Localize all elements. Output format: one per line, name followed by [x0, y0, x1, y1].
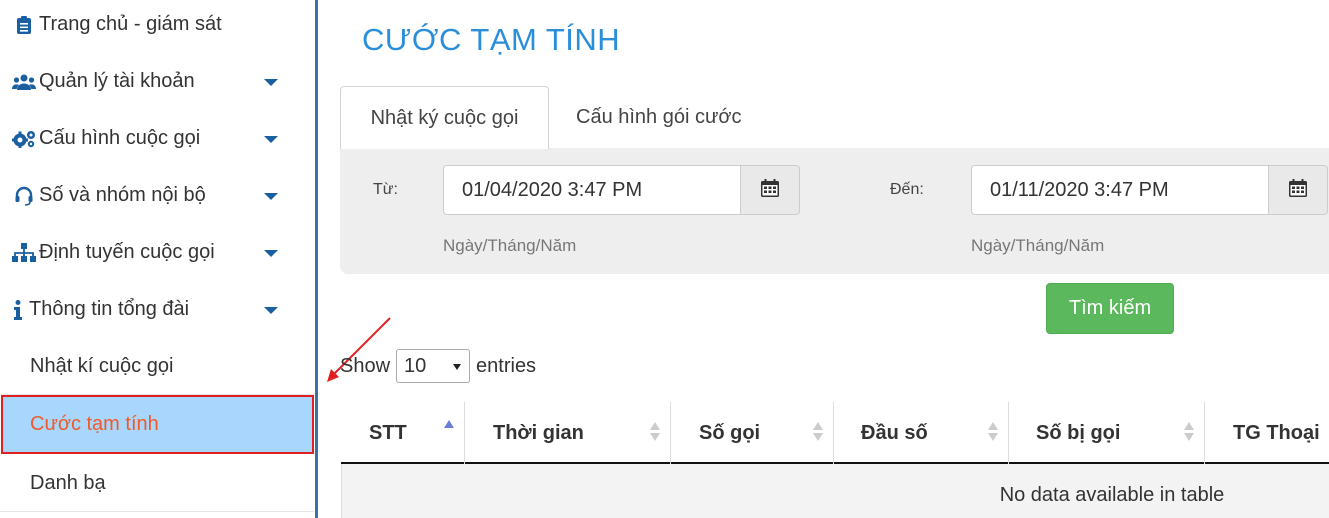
- sidebar-subitem-estimated-charges[interactable]: Cước tạm tính: [1, 395, 314, 454]
- column-header-label: Số bị gọi: [1036, 421, 1121, 444]
- to-label: Đến:: [890, 181, 924, 198]
- empty-table-message: No data available in table: [999, 484, 1225, 506]
- sidebar-item-system-info[interactable]: Thông tin tổng đài: [0, 281, 314, 338]
- sidebar-item-label: Cấu hình cuộc gọi: [39, 127, 201, 149]
- from-calendar-button[interactable]: [740, 165, 800, 215]
- chevron-down-icon: [264, 249, 278, 257]
- info-icon: [12, 299, 24, 320]
- page-size-select[interactable]: 10: [396, 349, 471, 383]
- sidebar-item-label: Danh bạ: [30, 471, 106, 494]
- column-header-time[interactable]: Thời gian: [466, 402, 671, 464]
- column-header-label: STT: [369, 421, 407, 444]
- sidebar-item-routing[interactable]: Định tuyến cuộc gọi: [0, 224, 314, 281]
- column-header-caller[interactable]: Số gọi: [672, 402, 834, 464]
- sidebar-item-dashboard[interactable]: Trang chủ - giám sát: [0, 0, 314, 53]
- column-header-label: TG Thoại: [1233, 421, 1320, 444]
- sidebar-subitem-call-log[interactable]: Nhật kí cuộc gọi: [0, 338, 314, 395]
- tab-call-log[interactable]: Nhật ký cuộc gọi: [340, 86, 549, 149]
- table-header: STT Thời gian Số gọi Đầu số Số bị gọi TG…: [341, 402, 1329, 464]
- headset-icon: [12, 186, 36, 206]
- sidebar-subitem-contacts[interactable]: Danh bạ: [0, 455, 314, 512]
- sidebar-item-call-config[interactable]: Cấu hình cuộc gọi: [0, 110, 314, 167]
- column-header-prefix[interactable]: Đầu số: [835, 402, 1009, 464]
- sort-icon: [1184, 420, 1194, 444]
- chevron-down-icon: [264, 192, 278, 200]
- sidebar-item-label: Cước tạm tính: [30, 413, 159, 435]
- show-label: Show: [340, 354, 391, 377]
- sort-icon: [813, 420, 823, 444]
- sidebar-item-label: Trang chủ - giám sát: [39, 13, 222, 35]
- page-size-value: 10: [404, 354, 427, 377]
- from-date-hint: Ngày/Tháng/Năm: [443, 236, 577, 255]
- to-date-hint: Ngày/Tháng/Năm: [971, 236, 1105, 255]
- sidebar-item-label: Nhật kí cuộc gọi: [30, 354, 174, 377]
- column-header-label: Thời gian: [493, 421, 584, 444]
- calendar-icon: [1289, 178, 1307, 202]
- sort-icon: [444, 418, 454, 442]
- chevron-down-icon: [453, 364, 462, 370]
- to-date-input[interactable]: 01/11/2020 3:47 PM: [971, 165, 1269, 215]
- to-calendar-button[interactable]: [1268, 165, 1328, 215]
- column-header-stt[interactable]: STT: [341, 402, 465, 464]
- from-date-input[interactable]: 01/04/2020 3:47 PM: [443, 165, 741, 215]
- users-icon: [12, 74, 36, 90]
- calendar-icon: [761, 178, 779, 202]
- page-length-control: Show 10 entries: [340, 349, 536, 383]
- tab-rate-config[interactable]: Cấu hình gói cước: [576, 86, 741, 149]
- cogs-icon: [12, 130, 36, 148]
- search-button[interactable]: Tìm kiếm: [1046, 283, 1174, 334]
- sort-icon: [650, 420, 660, 444]
- from-label: Từ:: [373, 181, 398, 198]
- sidebar-item-label: Quản lý tài khoản: [39, 70, 195, 92]
- sidebar-item-label: Thông tin tổng đài: [29, 298, 190, 320]
- column-header-callee[interactable]: Số bị gọi: [1010, 402, 1205, 464]
- sitemap-icon: [12, 242, 36, 263]
- sidebar-item-extensions[interactable]: Số và nhóm nội bộ: [0, 167, 314, 224]
- sidebar-item-label: Số và nhóm nội bộ: [39, 184, 206, 206]
- sidebar-item-label: Định tuyến cuộc gọi: [39, 241, 215, 263]
- table-body: No data available in table: [341, 464, 1329, 518]
- page-title: CƯỚC TẠM TÍNH: [362, 22, 621, 57]
- sidebar-item-accounts[interactable]: Quản lý tài khoản: [0, 53, 314, 110]
- sort-icon: [988, 420, 998, 444]
- chevron-down-icon: [264, 306, 278, 314]
- chevron-down-icon: [264, 135, 278, 143]
- charges-table: STT Thời gian Số gọi Đầu số Số bị gọi TG…: [341, 402, 1329, 518]
- column-header-label: Số gọi: [699, 421, 761, 444]
- entries-label: entries: [476, 354, 537, 377]
- sidebar: Trang chủ - giám sát Quản lý tài khoản C…: [0, 0, 316, 518]
- sidebar-divider: [315, 0, 318, 518]
- chevron-down-icon: [264, 78, 278, 86]
- column-header-label: Đầu số: [861, 421, 928, 444]
- column-header-talk-time[interactable]: TG Thoại: [1206, 402, 1329, 464]
- clipboard-icon: [12, 15, 36, 34]
